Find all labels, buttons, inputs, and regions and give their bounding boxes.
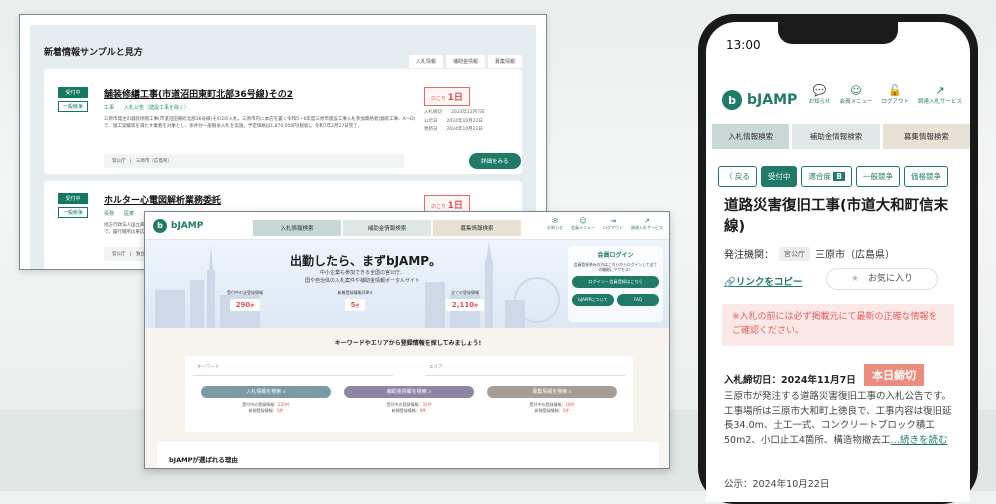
phone-notch [778, 22, 898, 44]
card-title[interactable]: 舗装修繕工事(市道沼田東町北部36号線)その2 [104, 87, 424, 100]
tab-subsidy-search[interactable]: 補助金情報検索 [343, 220, 431, 236]
search-title: キーワードやエリアから登録情報を探してみましょう! [334, 340, 482, 347]
external-link-icon: ↗ [644, 217, 650, 225]
deadline: 入札締切日：2024年11月7日 [724, 375, 856, 386]
user-icon: ☺ [579, 217, 587, 225]
deadline-date: 入札締切 2024年11月7日 [424, 110, 485, 115]
member-menu-button[interactable]: ☺ 会員メニュー [839, 84, 872, 105]
recruit-search-stats: 受付中の登録情報：28件 新規登録情報：2件 [529, 402, 575, 414]
search-icon: ⌕ [282, 389, 286, 395]
member-menu-button[interactable]: ☺ 会員メニュー [571, 217, 595, 231]
card-title[interactable]: ホルター心電図解析業務委託 [104, 193, 424, 206]
unlock-icon: 🔓 [888, 84, 903, 97]
notice-button[interactable]: ✉ お知らせ [547, 217, 563, 231]
stat-open: 受付中の全登録情報 290件 [227, 290, 263, 311]
procurement-service-button[interactable]: ↗ 調達入札サービス [631, 217, 663, 231]
keyword-input[interactable]: キーワード [193, 364, 393, 376]
type-badge: 一般競争 [856, 166, 900, 187]
star-icon: ★ [850, 274, 860, 284]
logout-icon: ⇥ [610, 217, 616, 225]
search-icon: ⌕ [428, 389, 432, 395]
procurement-service-button[interactable]: ↗ 調達入札サービス [918, 84, 962, 105]
published-date: 公示：2024年10月22日 [724, 479, 830, 490]
detail-button[interactable]: 詳細をみる [469, 153, 521, 169]
link-icon: 🔗 [724, 277, 736, 288]
why-section: bJAMPが選ばれる理由 [157, 442, 659, 468]
user-icon: ☺ [850, 84, 862, 97]
description: 三原市が発注する道路災害復旧工事の入札公告です。 工事場所は三原市大和町上徳良で… [724, 391, 952, 447]
category-badge: 一般競争 [58, 101, 88, 112]
search-section: キーワードやエリアから登録情報を探してみましょう! キーワード エリア 入札情報… [145, 328, 669, 468]
sample-tabs: 入札情報 補助金情報 募集情報 [408, 55, 522, 68]
hero-subtitle: 中小企業も参加できる全国の官公庁、 国や自治体の入札案件や補助金情報ポータルサイ… [305, 270, 421, 284]
search-box: キーワード エリア 入札情報を検索 ⌕ 補助金情報を検索 ⌕ 募集情報を検索 ⌕… [185, 356, 633, 432]
category-badge: 一般競争 [58, 207, 88, 218]
about-button[interactable]: bJAMPについて [572, 293, 614, 306]
login-box: 会員ログイン 会員登録済みの方はこちらからログインして全ての機能にアクセス！ ロ… [568, 246, 663, 322]
desktop-top-page: b bJAMP 入札情報検索 補助金情報検索 募集情報検索 ✉ お知らせ ☺ 会員メニ… [144, 211, 670, 469]
mail-icon: ✉ [552, 217, 558, 225]
recruit-search-button[interactable]: 募集情報を検索 ⌕ [487, 386, 617, 398]
subsidy-search-button[interactable]: 補助金情報を検索 ⌕ [344, 386, 474, 398]
organization: 発注機関： 官公庁 三原市（広島県） [724, 246, 895, 261]
tab-subsidy-search[interactable]: 補助金情報検索 [792, 124, 880, 149]
list-item[interactable]: 受付中 一般競争 舗装修繕工事(市道沼田東町北部36号線)その2 工事 入札公告… [44, 69, 522, 174]
chat-icon: 💬 [812, 84, 827, 97]
card-desc: 三原市発注の舗装修繕工事(市道沼田東町北部36号線)その2の入札。三原市内に本店… [104, 117, 416, 129]
stat-new: 新着登録情報(48h) 5件 [337, 290, 373, 311]
tab-recruit-search[interactable]: 募集情報検索 [882, 124, 970, 149]
subsidy-search-stats: 受付中の登録情報：32件 新規登録情報：0件 [386, 402, 432, 414]
area-input[interactable]: エリア [425, 364, 625, 376]
back-button[interactable]: 〈 戻る [718, 166, 757, 187]
logo-icon: b [153, 218, 167, 233]
status-badge: 受付中 [58, 193, 88, 204]
phone-header: b bJAMP 💬 お知らせ ☺ 会員メニュー 🔓 ログアウト ↗ 調達入札サービス [706, 78, 970, 122]
external-link-icon: ↗ [935, 84, 945, 97]
faq-button[interactable]: FAQ [617, 293, 659, 306]
status-time: 13:00 [726, 38, 761, 52]
favorite-button[interactable]: ★ お気に入り [826, 268, 938, 290]
notice-button[interactable]: 💬 お知らせ [809, 84, 831, 105]
page-title: 道路災害復旧工事(市道大和町信末線) [724, 198, 949, 236]
score-badge: 適合度 B [801, 166, 852, 187]
today-badge: 本日締切 [864, 364, 924, 386]
phone-screen: 13:00 b bJAMP 💬 お知らせ ☺ 会員メニュー 🔓 ログアウト ↗ 調達入札サ… [706, 22, 970, 502]
warning-notice: ※入札の前には必ず掲載元にて最新の正確な情報をご確認ください。 [722, 304, 954, 346]
bid-search-stats: 受付中の登録情報：230件 新規登録情報：3件 [242, 402, 290, 414]
login-register-button[interactable]: ログイン・会員登録はこちら [572, 275, 659, 288]
tab-recruit[interactable]: 募集情報 [487, 55, 522, 68]
read-more-link[interactable]: …続きを読む [890, 435, 947, 446]
why-title: bJAMPが選ばれる理由 [169, 456, 238, 464]
logo[interactable]: b bJAMP [153, 218, 203, 233]
tab-subsidy[interactable]: 補助金情報 [445, 55, 485, 68]
status-badge: 受付中 [58, 87, 88, 98]
updated-date: 更新日 2024年10月22日 [424, 127, 483, 133]
search-icon: ⌕ [568, 389, 572, 395]
phone-frame: 13:00 b bJAMP 💬 お知らせ ☺ 会員メニュー 🔓 ログアウト ↗ 調達入札サ… [698, 14, 978, 504]
card-meta: 工事 入札公告（建設工事を除く） [104, 105, 190, 111]
header: b bJAMP 入札情報検索 補助金情報検索 募集情報検索 ✉ お知らせ ☺ 会員メニ… [145, 212, 669, 240]
login-desc: 会員登録済みの方はこちらからログインして全ての機能にアクセス！ [573, 262, 658, 273]
bid-search-button[interactable]: 入札情報を検索 ⌕ [201, 386, 331, 398]
hero: 出勤したら、まずbJAMP。 中小企業も参加できる全国の官公庁、 国や自治体の入… [145, 240, 669, 328]
copy-link[interactable]: 🔗リンクをコピー [724, 274, 802, 288]
remaining-badge: のこり 1日 [424, 87, 470, 106]
hero-title: 出勤したら、まずbJAMP。 [290, 254, 442, 268]
tab-bid-search[interactable]: 入札情報検索 [253, 220, 341, 236]
logo-icon: b [722, 90, 742, 110]
logout-button[interactable]: 🔓 ログアウト [881, 84, 909, 105]
tab-bid[interactable]: 入札情報 [408, 55, 443, 68]
status-badge: 受付中 [760, 166, 798, 187]
card-address: 官公庁 | 三原市（広島県） [104, 154, 404, 168]
login-title: 会員ログイン [597, 252, 634, 259]
price-badge: 価格競争 [904, 166, 948, 187]
tab-recruit-search[interactable]: 募集情報検索 [433, 220, 521, 236]
tab-bid-search[interactable]: 入札情報検索 [712, 124, 790, 149]
org-tag: 官公庁 [779, 246, 810, 261]
logout-button[interactable]: ⇥ ログアウト [603, 217, 623, 231]
stat-all: 全ての登録情報 2,110件 [435, 290, 495, 311]
published-date: 公示日 2024年10月22日 [424, 118, 483, 124]
logo[interactable]: b bJAMP [722, 90, 797, 110]
